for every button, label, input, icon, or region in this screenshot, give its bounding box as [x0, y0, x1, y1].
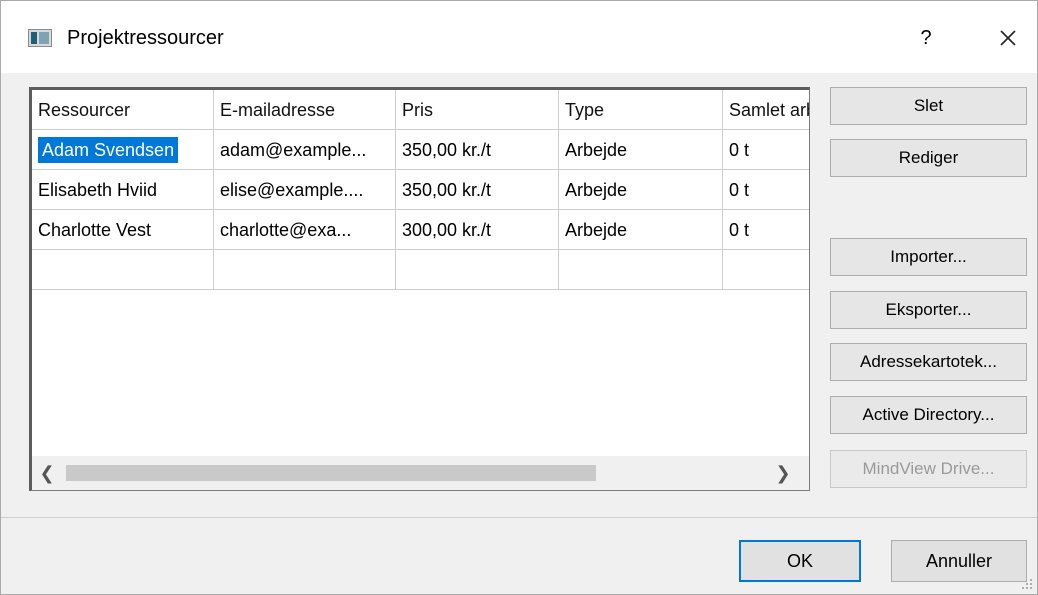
import-button[interactable]: Importer... — [830, 238, 1027, 276]
dialog-title: Projektressourcer — [67, 27, 224, 49]
table-cell-type[interactable]: Arbejde — [559, 130, 723, 170]
column-header-price[interactable]: Pris — [396, 90, 559, 130]
table-cell-price[interactable] — [396, 250, 559, 290]
table-cell-price[interactable]: 350,00 kr./t — [396, 170, 559, 210]
table-cell-type[interactable]: Arbejde — [559, 210, 723, 250]
chevron-right-icon[interactable]: ❯ — [772, 462, 794, 484]
selected-cell-label: Adam Svendsen — [38, 137, 179, 163]
table-cell-resource[interactable]: Adam Svendsen — [32, 130, 214, 170]
mindview-drive-button[interactable]: MindView Drive... — [830, 450, 1027, 488]
column-header-resources[interactable]: Ressourcer — [32, 90, 214, 130]
table-cell-type[interactable]: Arbejde — [559, 170, 723, 210]
active-directory-button[interactable]: Active Directory... — [830, 396, 1027, 434]
cancel-button[interactable]: Annuller — [891, 540, 1027, 582]
table-cell-total-work[interactable]: 0 t — [723, 130, 809, 170]
address-book-button[interactable]: Adressekartotek... — [830, 343, 1027, 381]
table-cell-email[interactable]: charlotte@exa... — [214, 210, 396, 250]
icon-segment-right — [39, 32, 49, 44]
table-cell-resource[interactable]: Charlotte Vest — [32, 210, 214, 250]
table-cell-total-work[interactable]: 0 t — [723, 210, 809, 250]
column-header-total-work[interactable]: Samlet arbejde — [723, 90, 809, 130]
table-cell-total-work[interactable]: 0 t — [723, 170, 809, 210]
table-cell-email[interactable] — [214, 250, 396, 290]
table-row[interactable]: Charlotte Vest charlotte@exa... 300,00 k… — [32, 210, 809, 250]
table-cell-resource[interactable] — [32, 250, 214, 290]
table-cell-email[interactable]: elise@example.... — [214, 170, 396, 210]
table-row-new[interactable] — [32, 250, 809, 290]
column-header-type[interactable]: Type — [559, 90, 723, 130]
resources-grid[interactable]: Ressourcer E-mailadresse Pris Type Samle… — [29, 87, 810, 491]
table-cell-resource[interactable]: Elisabeth Hviid — [32, 170, 214, 210]
table-header-row: Ressourcer E-mailadresse Pris Type Samle… — [32, 90, 809, 130]
delete-button[interactable]: Slet — [830, 87, 1027, 125]
chevron-left-icon[interactable]: ❮ — [36, 462, 58, 484]
icon-segment-left — [31, 32, 37, 44]
table-cell-price[interactable]: 350,00 kr./t — [396, 130, 559, 170]
project-resources-dialog: Projektressourcer ? Ressourcer E-mailadr… — [0, 0, 1038, 595]
horizontal-scrollbar[interactable]: ❮ ❯ — [32, 456, 809, 490]
help-button[interactable]: ? — [911, 23, 941, 53]
close-icon — [1000, 30, 1016, 46]
scrollbar-thumb[interactable] — [66, 465, 596, 481]
table-row[interactable]: Adam Svendsen adam@example... 350,00 kr.… — [32, 130, 809, 170]
table-cell-price[interactable]: 300,00 kr./t — [396, 210, 559, 250]
edit-button[interactable]: Rediger — [830, 139, 1027, 177]
resize-grip-icon[interactable] — [1021, 578, 1033, 590]
ok-button[interactable]: OK — [739, 540, 861, 582]
table-row[interactable]: Elisabeth Hviid elise@example.... 350,00… — [32, 170, 809, 210]
footer-divider — [1, 517, 1037, 518]
close-button[interactable] — [991, 21, 1025, 55]
resource-grid-icon — [28, 29, 52, 47]
title-bar: Projektressourcer ? — [1, 1, 1037, 73]
column-header-email[interactable]: E-mailadresse — [214, 90, 396, 130]
export-button[interactable]: Eksporter... — [830, 291, 1027, 329]
table-cell-total-work[interactable] — [723, 250, 809, 290]
table-cell-type[interactable] — [559, 250, 723, 290]
table-cell-email[interactable]: adam@example... — [214, 130, 396, 170]
